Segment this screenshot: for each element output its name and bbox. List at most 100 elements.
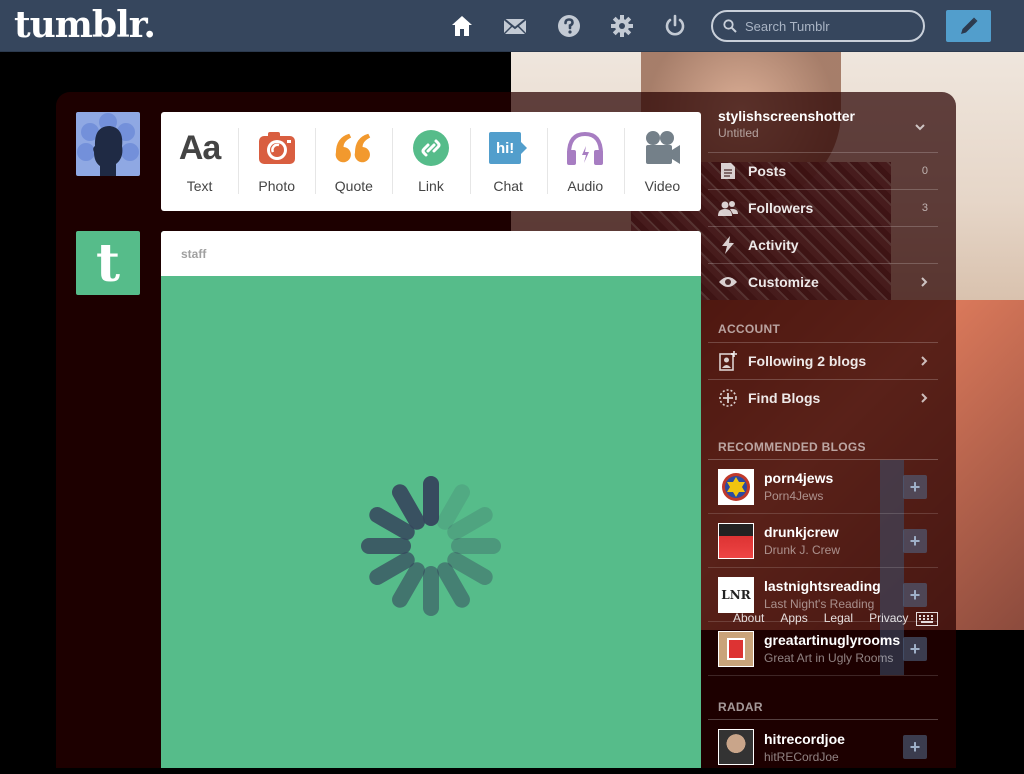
document-icon [718,161,738,181]
radar-heading: RADAR [718,700,763,714]
search-icon [723,19,737,33]
compose-button[interactable] [946,10,991,42]
footer-link-apps[interactable]: Apps [780,611,807,625]
mail-icon[interactable] [503,14,527,38]
blog-name: stylishscreenshotter [718,108,855,124]
search-box[interactable] [711,10,925,42]
post-type-audio[interactable]: Audio [546,112,624,211]
help-icon[interactable] [557,14,581,38]
posts-count: 0 [921,165,928,177]
pencil-icon [960,17,977,34]
post-type-link[interactable]: Link [392,112,469,211]
post-type-quote[interactable]: Quote [315,112,392,211]
post-type-text[interactable]: Aa Text [161,112,238,211]
sidebar-item-label: Followers [748,200,814,216]
recommended-blog[interactable]: porn4jews Porn4Jews + [708,460,938,514]
sidebar-item-label: Following 2 blogs [748,353,867,369]
follow-button[interactable]: + [903,475,927,499]
search-input[interactable] [743,17,917,35]
tumblr-logo[interactable]: tumblr. [14,4,156,46]
sidebar-item-label: Posts [748,163,787,179]
blog-title: hitRECordJoe [764,749,839,764]
follow-button[interactable]: + [903,583,927,607]
blog-title: Untitled [718,126,759,140]
blog-avatar [718,522,754,559]
staff-post: staff [161,231,701,768]
sidebar-item-followers[interactable]: Followers 3 [708,189,938,226]
blog-avatar [718,468,754,505]
sidebar-item-following[interactable]: Following 2 blogs [708,342,938,379]
add-contact-icon [718,351,738,371]
post-type-selector: Aa Text Photo Quote Link hi! Chat Audio … [161,112,701,211]
sidebar-item-label: Find Blogs [748,390,821,406]
home-icon[interactable] [450,14,474,38]
follow-button[interactable]: + [903,637,927,661]
chevron-right-icon [921,393,928,403]
blog-title: Great Art in Ugly Rooms [764,651,894,665]
chevron-right-icon [921,277,928,287]
compass-icon [718,388,738,408]
sidebar-item-activity[interactable]: Activity [708,226,938,263]
lnr-logo: LNR [721,587,751,602]
follow-button[interactable]: + [903,735,927,759]
blog-title: Last Night's Reading [764,597,875,611]
recommended-heading: RECOMMENDED BLOGS [718,440,866,454]
post-type-label: Chat [493,178,523,194]
post-type-photo[interactable]: Photo [238,112,315,211]
blog-avatar: LNR [718,576,754,613]
blog-avatar [718,729,754,765]
blog-name: greatartinuglyrooms [764,632,901,648]
post-type-chat[interactable]: hi! Chat [469,112,547,211]
chat-icon: hi! [488,128,528,168]
quote-icon [334,128,374,168]
gear-icon[interactable] [610,14,634,38]
blog-info[interactable]: stylishscreenshotter Untitled [718,108,855,140]
follow-button[interactable]: + [903,529,927,553]
text-icon: Aa [178,128,221,167]
loading-spinner-icon [361,476,501,616]
post-author[interactable]: staff [161,231,701,276]
blog-name: drunkjcrew [764,524,839,540]
post-type-label: Photo [258,178,295,194]
footer-link-about[interactable]: About [733,611,764,625]
silhouette-avatar-icon [77,113,139,176]
recommended-blog[interactable]: greatartinuglyrooms Great Art in Ugly Ro… [708,622,938,676]
footer-link-legal[interactable]: Legal [824,611,853,625]
keyboard-icon[interactable] [916,612,938,626]
recommended-blog[interactable]: drunkjcrew Drunk J. Crew + [708,514,938,568]
staff-avatar-glyph: t [95,232,121,294]
post-type-label: Text [186,178,213,194]
link-icon [411,128,451,168]
sidebar-item-posts[interactable]: Posts 0 [708,152,938,189]
post-type-label: Link [418,178,444,194]
footer-links: About Apps Legal Privacy [733,611,908,625]
blog-title: Drunk J. Crew [764,543,841,557]
chevron-down-icon[interactable] [914,122,926,132]
star-of-david-icon [722,472,750,501]
power-icon[interactable] [663,14,687,38]
sidebar-item-customize[interactable]: Customize [708,263,938,300]
radar-blog[interactable]: hitrecordjoe hitRECordJoe + [708,720,938,774]
people-icon [718,198,738,218]
video-camera-icon [642,128,682,168]
sidebar-item-label: Customize [748,274,819,290]
footer-link-privacy[interactable]: Privacy [869,611,908,625]
post-type-label: Audio [567,178,604,194]
chevron-right-icon [921,356,928,366]
sidebar-item-label: Activity [748,237,799,253]
camera-icon [257,128,297,168]
blog-name: porn4jews [764,470,834,486]
headphones-icon [565,128,605,168]
blog-name: hitrecordjoe [764,730,845,747]
staff-avatar[interactable]: t [76,231,140,295]
eye-icon [718,272,738,292]
post-type-label: Video [644,178,681,194]
blog-avatar [718,630,754,667]
followers-count: 3 [921,202,928,214]
post-type-video[interactable]: Video [623,112,701,211]
blog-name: lastnightsreading [764,578,881,594]
lightning-icon [718,235,738,255]
user-avatar[interactable] [76,112,140,176]
sidebar-item-find-blogs[interactable]: Find Blogs [708,379,938,416]
blog-title: Porn4Jews [764,489,824,503]
